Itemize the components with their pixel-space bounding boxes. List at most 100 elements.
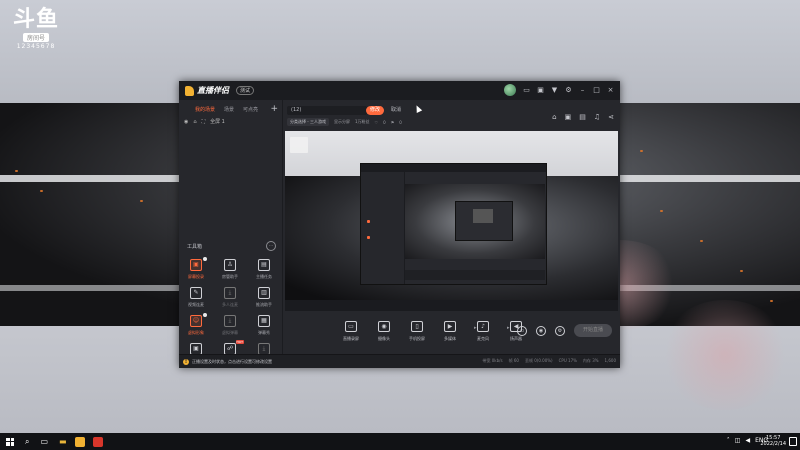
nested-inner-preview	[473, 209, 493, 223]
warning-icon: !	[183, 358, 189, 365]
mascot-logo-icon	[185, 85, 194, 96]
tool-virtual-avatar[interactable]: ☺ 虚拟形象	[179, 313, 213, 336]
message-icon[interactable]: ▭	[523, 86, 530, 94]
tool-screen-record[interactable]: ▣ 屏幕投录	[179, 257, 213, 280]
camera-button[interactable]: ◉ 摄像头	[372, 321, 396, 342]
streaming-app-taskbar-icon[interactable]	[74, 436, 85, 447]
spark-decoration	[140, 200, 143, 202]
phone-icon: ▯	[411, 321, 423, 332]
source-label: 手机投屏	[409, 336, 425, 341]
tool-multi-link[interactable]: ⤓ 多人连麦	[213, 287, 247, 308]
fullscreen-icon: ⛶	[201, 118, 206, 125]
gift-box-icon[interactable]: ⌂	[552, 113, 556, 121]
nested-tool-highlight	[367, 236, 370, 239]
clipboard-icon: ▤	[258, 259, 270, 271]
tool-label: 弹幕秀	[258, 330, 270, 335]
tab-my-scenes[interactable]: 我的场景	[195, 106, 215, 113]
nested-app-preview	[360, 163, 547, 285]
status-message[interactable]: 正播设置及时状态，点击进行设置可修改设置	[192, 359, 272, 365]
tool-danmaku-show[interactable]: ▦ 弹幕秀	[247, 315, 281, 336]
settings-gear-icon[interactable]: ⚙	[555, 325, 565, 336]
volume-icon[interactable]: ◀	[745, 437, 750, 444]
nested-bottombar	[405, 270, 545, 280]
tool-host-tasks[interactable]: ▤ 主播任务	[247, 259, 281, 280]
camera-icon[interactable]: ▣	[565, 113, 572, 121]
stat-dropped: 丢帧 0(0.00%)	[524, 358, 553, 363]
task-view-icon[interactable]: ▭	[40, 437, 48, 446]
douyu-logo-text: 斗鱼	[12, 7, 59, 32]
tray-up-arrow-icon[interactable]: ˄	[727, 437, 730, 444]
room-number: 12345678	[16, 43, 56, 50]
info-likes: 0	[383, 119, 386, 125]
nested-inner-window	[455, 201, 513, 241]
main-toolbar: ⌂ ▣ ▤ ♫ ⋖	[552, 113, 614, 121]
add-scene-icon[interactable]: +	[270, 104, 278, 114]
info-flags: 0	[399, 119, 402, 125]
info-fans: 1万粉丝	[355, 119, 370, 124]
tool-room-manager[interactable]: ♙ 房管助手	[213, 259, 247, 280]
taskbar-clock[interactable]: 15:57 2022/2/14	[760, 435, 786, 447]
microphone-icon: ♪	[477, 321, 489, 332]
eye-icon[interactable]: ◉	[184, 119, 188, 125]
search-icon[interactable]: ⌕	[25, 437, 29, 447]
notification-icon[interactable]	[789, 437, 797, 446]
tool-label: 推流助手	[256, 302, 272, 307]
tab-scenes[interactable]: 场景	[224, 106, 234, 113]
mic-dropdown-icon[interactable]: ▸	[474, 325, 477, 331]
toolbox-grid: ▣ 屏幕投录 ♙ 房管助手 ▤ 主播任务 ✎ 视频连麦 ⤓ 多人连麦 ▥ 推流助手 ☺ 虚拟形…	[179, 257, 282, 358]
red-app-taskbar-icon[interactable]	[92, 436, 103, 447]
scene-label: 全屏 1	[210, 119, 225, 125]
tab-unlockable[interactable]: 可点亮	[243, 106, 258, 113]
scene-sidebar: 我的场景 场景 可点亮 + ◉ ⌂ ⛶ 全屏 1 工具箱 ··· ▣ 屏幕投录 ♙…	[179, 100, 283, 355]
category-select[interactable]: 分类选择 - 三人游戏	[287, 118, 329, 126]
tool-label: 主播任务	[256, 274, 272, 279]
preview-eye-icon[interactable]: ◉	[536, 325, 546, 336]
stream-title-input[interactable]: (12)	[287, 106, 367, 115]
scene-item[interactable]: ◉ ⌂ ⛶ 全屏 1	[179, 113, 282, 126]
settings-icon[interactable]: ⚙	[565, 86, 572, 94]
record-icon[interactable]: ▭	[517, 325, 527, 336]
tool-label: 屏幕投录	[188, 274, 204, 279]
pen-icon: ✎	[190, 287, 202, 299]
cancel-button[interactable]: 取消	[391, 106, 401, 115]
explorer-icon[interactable]: ▬	[59, 437, 67, 446]
lock-icon[interactable]: ⌂	[193, 119, 196, 125]
main-panel: (12) 修改 取消 分类选择 - 三人游戏 显示分屏 1万粉丝 ♡ 0 ⚑ 0…	[283, 100, 620, 355]
speaker-dropdown-icon[interactable]: ▸	[507, 325, 510, 331]
spark-decoration	[640, 150, 643, 152]
tool-label: 房管助手	[222, 274, 238, 279]
nested-preview	[405, 184, 545, 259]
stat-cpu: CPU 17%	[558, 358, 577, 363]
app-titlebar[interactable]: 直播伴侣 测试 ▭ ▣ ▼ ⚙ – □ ×	[179, 81, 620, 100]
bell-icon[interactable]: ♫	[594, 113, 600, 121]
test-mode-button[interactable]: 测试	[236, 86, 255, 95]
screen-capture-button[interactable]: ▭ 直播录屏	[339, 321, 363, 342]
notification-dot	[203, 257, 207, 261]
spark-decoration	[700, 240, 703, 242]
user-avatar[interactable]	[504, 84, 516, 96]
screen-record-icon: ▣	[190, 259, 202, 271]
maximize-icon[interactable]: □	[593, 86, 600, 94]
spark-decoration	[15, 170, 18, 172]
tv-icon[interactable]: ▤	[579, 113, 586, 121]
stat-fps: 帧 60	[508, 358, 519, 363]
phone-cast-button[interactable]: ▯ 手机投屏	[405, 321, 429, 342]
tool-video-link[interactable]: ✎ 视频连麦	[179, 287, 213, 308]
gift-icon[interactable]: ▣	[537, 86, 544, 94]
stream-preview[interactable]	[285, 131, 618, 311]
shirt-icon[interactable]: ▼	[551, 86, 558, 94]
scene-tabs: 我的场景 场景 可点亮 +	[179, 100, 282, 114]
tool-virtual-danmaku[interactable]: ⤓ 虚拟弹幕	[213, 315, 247, 336]
more-tools-icon[interactable]: ···	[266, 241, 276, 251]
minimize-icon[interactable]: –	[579, 86, 586, 94]
tool-stream-helper[interactable]: ▥ 推流助手	[247, 287, 281, 308]
windows-start-icon[interactable]	[6, 437, 14, 446]
start-live-button[interactable]: 开始直播	[574, 324, 612, 337]
download-icon: ⤓	[224, 287, 236, 299]
network-icon[interactable]: ◫	[735, 437, 741, 444]
share-icon[interactable]: ⋖	[608, 113, 614, 121]
close-icon[interactable]: ×	[607, 86, 614, 94]
play-icon: ▶	[444, 321, 456, 332]
modify-button[interactable]: 修改	[366, 106, 384, 115]
media-button[interactable]: ▶ 多媒体	[438, 321, 462, 342]
